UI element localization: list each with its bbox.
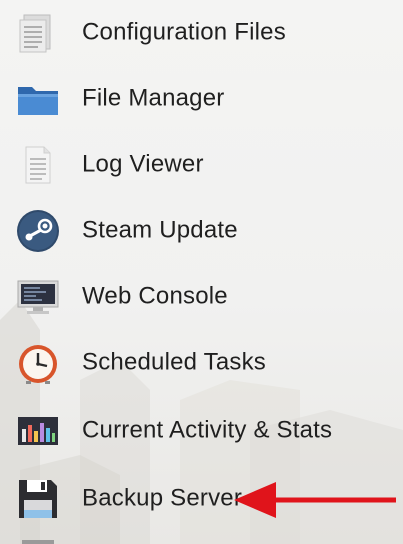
menu-item-log-viewer[interactable]: Log Viewer [0, 132, 403, 198]
menu-item-steam-update[interactable]: Steam Update [0, 198, 403, 264]
menu-item-label: Web Console [82, 282, 228, 310]
menu-item-web-console[interactable]: Web Console [0, 264, 403, 330]
menu-item-file-manager[interactable]: File Manager [0, 66, 403, 132]
menu-item-configuration-files[interactable]: Configuration Files [0, 0, 403, 66]
menu-item-label: Current Activity & Stats [82, 416, 333, 444]
monitor-console-icon [16, 275, 60, 319]
red-arrow-icon [234, 482, 396, 518]
clock-icon [16, 341, 60, 385]
menu-item-label: Configuration Files [82, 18, 286, 46]
menu-item-label: Scheduled Tasks [82, 348, 267, 376]
next-menu-icon-partial [22, 540, 54, 544]
folder-icon [16, 77, 60, 121]
steam-icon [16, 209, 60, 253]
menu-item-label: Backup Server [82, 484, 243, 512]
menu-item-label: Log Viewer [82, 150, 204, 178]
floppy-disk-icon [16, 477, 60, 521]
log-document-icon [16, 143, 60, 187]
menu-item-scheduled-tasks[interactable]: Scheduled Tasks [0, 330, 403, 396]
menu-item-label: Steam Update [82, 216, 238, 244]
configuration-files-icon [16, 11, 60, 55]
bar-chart-icon [16, 409, 60, 453]
menu-item-current-activity-stats[interactable]: Current Activity & Stats [0, 398, 403, 464]
menu-item-label: File Manager [82, 84, 225, 112]
